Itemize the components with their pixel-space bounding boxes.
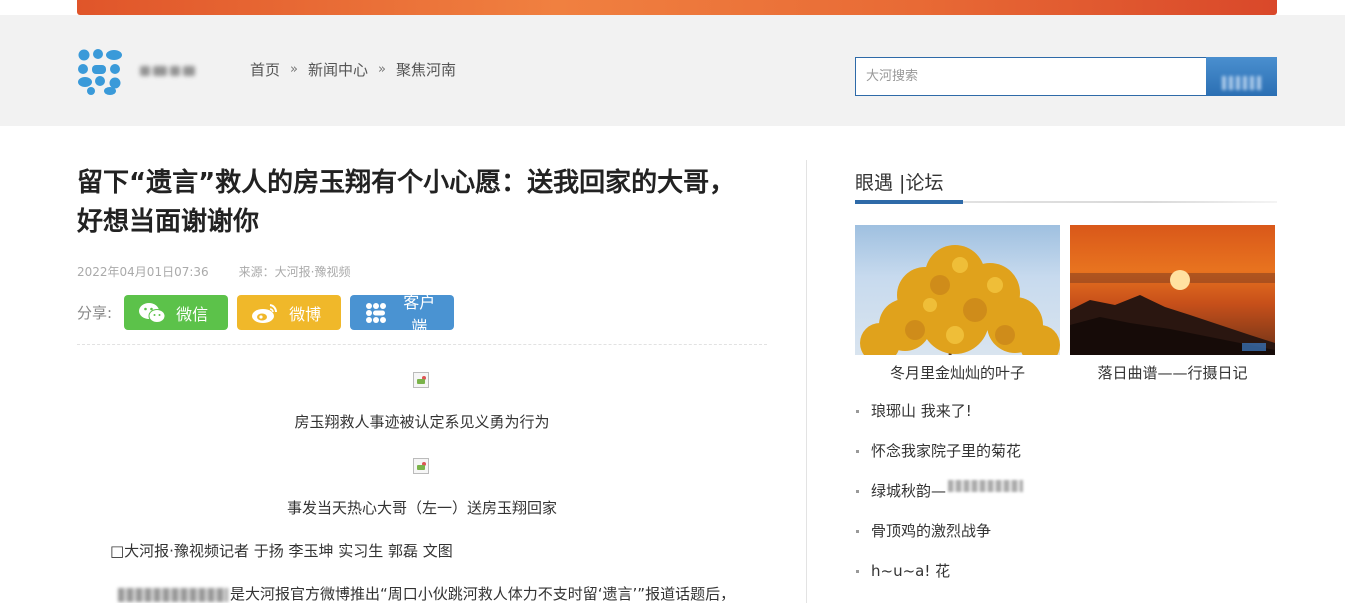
site-header: 首页 » 新闻中心 » 聚焦河南	[0, 15, 1345, 126]
search-button-label	[1221, 75, 1262, 90]
sidebar-title-accent	[855, 200, 963, 204]
share-client-label: 客户端	[403, 294, 436, 336]
share-weibo-button[interactable]: 微博	[237, 295, 342, 330]
bullet-icon	[856, 450, 859, 453]
breadcrumb-separator-icon: »	[378, 62, 386, 77]
share-client-button[interactable]: 客户端	[350, 295, 455, 336]
list-item[interactable]: 骨顶鸡的激烈战争	[855, 520, 1023, 560]
share-wechat-button[interactable]: 微信	[124, 295, 229, 330]
site-logo-icon[interactable]	[77, 48, 123, 96]
search-input[interactable]	[855, 57, 1207, 96]
bullet-icon	[856, 530, 859, 533]
meta-divider	[77, 344, 767, 345]
redacted-text	[118, 587, 228, 602]
share-bar: 分享: 微信 微博 客户端	[77, 295, 463, 336]
list-item[interactable]: 怀念我家院子里的菊花	[855, 440, 1023, 480]
weibo-icon	[251, 302, 279, 324]
list-item-label: 琅琊山 我来了!	[871, 402, 972, 420]
column-divider	[806, 160, 807, 603]
article-meta: 2022年04月01日07:36 来源：大河报·豫视频	[77, 263, 351, 280]
article-paragraph: 是大河报官方微博推出“周口小伙跳河救人体力不支时留‘遗言’”报道话题后，	[118, 583, 735, 603]
bullet-icon	[856, 490, 859, 493]
breadcrumb: 首页 » 新闻中心 » 聚焦河南	[250, 59, 456, 80]
sidebar-list: 琅琊山 我来了! 怀念我家院子里的菊花 绿城秋韵— 骨顶鸡的激烈战争 h~u~a…	[855, 400, 1024, 600]
broken-image-icon	[413, 372, 429, 388]
breadcrumb-separator-icon: »	[290, 62, 298, 77]
image-caption-1: 房玉翔救人事迹被认定系见义勇为行为	[294, 413, 550, 431]
article-title: 留下“遗言”救人的房玉翔有个小心愿：送我回家的大哥，好想当面谢谢你	[77, 168, 736, 237]
top-banner[interactable]	[77, 0, 1277, 15]
article-date: 2022年04月01日07:36	[77, 265, 209, 279]
sidebar-title: 眼遇 |论坛	[855, 172, 944, 194]
redacted-text	[948, 480, 1024, 492]
list-item-label: 绿城秋韵—	[871, 482, 947, 500]
share-weibo-label: 微博	[289, 306, 322, 324]
list-item-label: h~u~a! 花	[871, 562, 951, 580]
wechat-icon	[138, 302, 166, 324]
sidebar-photo-caption-2[interactable]: 落日曲谱——行摄日记	[1070, 362, 1275, 383]
list-item[interactable]: 绿城秋韵—	[855, 480, 1024, 520]
image-caption-2: 事发当天热心大哥（左一）送房玉翔回家	[286, 499, 557, 517]
breadcrumb-home[interactable]: 首页	[250, 59, 280, 80]
share-wechat-label: 微信	[176, 306, 209, 324]
search-button[interactable]	[1206, 57, 1277, 96]
sidebar-photo-caption-1[interactable]: 冬月里金灿灿的叶子	[855, 362, 1060, 383]
share-label: 分享:	[77, 304, 113, 322]
sidebar-photo-sunset[interactable]	[1070, 225, 1275, 355]
client-app-icon	[364, 302, 388, 324]
article-paragraph-text: 是大河报官方微博推出“周口小伙跳河救人体力不支时留‘遗言’”报道话题后，	[230, 585, 736, 603]
list-item[interactable]: 琅琊山 我来了!	[855, 400, 1023, 440]
broken-image-icon	[413, 458, 429, 474]
breadcrumb-focus-henan[interactable]: 聚焦河南	[396, 59, 456, 80]
list-item-label: 怀念我家院子里的菊花	[871, 442, 1022, 460]
article-source: 来源：大河报·豫视频	[238, 265, 351, 279]
bullet-icon	[856, 570, 859, 573]
breadcrumb-news-center[interactable]: 新闻中心	[308, 59, 368, 80]
article-byline: □大河报·豫视频记者 于扬 李玉坤 实习生 郭磊 文图	[110, 542, 453, 560]
list-item-label: 骨顶鸡的激烈战争	[871, 522, 992, 540]
bullet-icon	[856, 410, 859, 413]
list-item[interactable]: h~u~a! 花	[855, 560, 1023, 600]
site-logo-text[interactable]	[140, 61, 210, 79]
sidebar-photo-leaves[interactable]	[855, 225, 1060, 355]
